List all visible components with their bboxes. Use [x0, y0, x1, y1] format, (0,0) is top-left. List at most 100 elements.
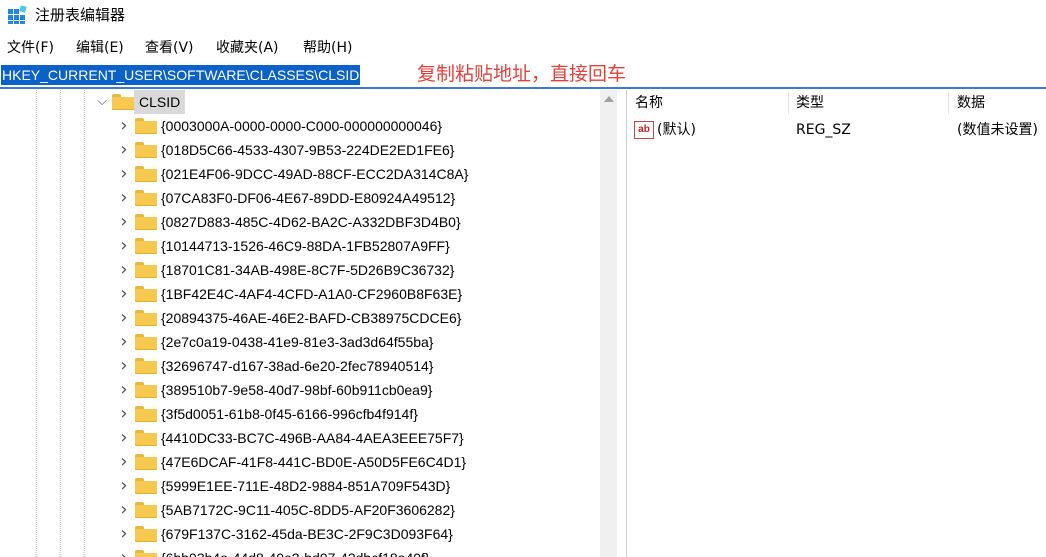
- tree-scrollbar[interactable]: [600, 90, 617, 557]
- tree-node[interactable]: › {6bb93b4e-44d8-40e2-bd97-42dbcf18a40f}: [0, 546, 600, 557]
- folder-icon: [135, 190, 157, 206]
- tree-node-label: {1BF42E4C-4AF4-4CFD-A1A0-CF2960B8F63E}: [161, 286, 463, 302]
- scroll-up-arrow-icon[interactable]: [604, 96, 614, 102]
- folder-icon: [135, 142, 157, 158]
- folder-icon: [135, 550, 157, 557]
- tree-node[interactable]: › {018D5C66-4533-4307-9B53-224DE2ED1FE6}: [0, 138, 600, 162]
- tree-node-label: {3f5d0051-61b8-0f45-6166-996cfb4f914f}: [161, 406, 418, 422]
- tree-node[interactable]: › {679F137C-3162-45da-BE3C-2F9C3D093F64}: [0, 522, 600, 546]
- tree-node[interactable]: › {07CA83F0-DF06-4E67-89DD-E80924A49512}: [0, 186, 600, 210]
- values-list[interactable]: 名称 类型 数据 ab (默认) REG_SZ (数值未设置): [627, 90, 1046, 557]
- chevron-right-icon[interactable]: ›: [117, 165, 131, 183]
- tree-node[interactable]: › {021E4F06-9DCC-49AD-88CF-ECC2DA314C8A}: [0, 162, 600, 186]
- chevron-right-icon[interactable]: ›: [117, 189, 131, 207]
- value-data: (数值未设置): [957, 122, 1038, 138]
- tree-node[interactable]: › {1BF42E4C-4AF4-4CFD-A1A0-CF2960B8F63E}: [0, 282, 600, 306]
- chevron-right-icon[interactable]: ›: [117, 333, 131, 351]
- tree-node-label: {10144713-1526-46C9-88DA-1FB52807A9FF}: [161, 238, 450, 254]
- chevron-right-icon[interactable]: ›: [117, 117, 131, 135]
- tree-node-clsid[interactable]: ⌵ CLSID: [0, 90, 600, 114]
- tree-node[interactable]: › {47E6DCAF-41F8-441C-BD0E-A50D5FE6C4D1}: [0, 450, 600, 474]
- tree-node[interactable]: › {3f5d0051-61b8-0f45-6166-996cfb4f914f}: [0, 402, 600, 426]
- chevron-right-icon[interactable]: ›: [117, 429, 131, 447]
- chevron-right-icon[interactable]: ›: [117, 405, 131, 423]
- chevron-right-icon[interactable]: ›: [117, 453, 131, 471]
- tree-node[interactable]: › {5AB7172C-9C11-405C-8DD5-AF20F3606282}: [0, 498, 600, 522]
- tree-node[interactable]: › {20894375-46AE-46E2-BAFD-CB38975CDCE6}: [0, 306, 600, 330]
- window-title: 注册表编辑器: [35, 6, 126, 24]
- tree-node-label: {389510b7-9e58-40d7-98bf-60b911cb0ea9}: [161, 382, 433, 398]
- folder-icon: [135, 214, 157, 230]
- value-row[interactable]: ab (默认) REG_SZ (数值未设置): [627, 119, 1046, 141]
- tree-node-label: CLSID: [134, 90, 186, 114]
- folder-icon: [135, 166, 157, 182]
- value-type: REG_SZ: [796, 122, 851, 138]
- chevron-right-icon[interactable]: ›: [117, 381, 131, 399]
- address-annotation: 复制粘贴地址，直接回车: [417, 63, 627, 85]
- tree-node[interactable]: › {4410DC33-BC7C-496B-AA84-4AEA3EEE75F7}: [0, 426, 600, 450]
- menu-view[interactable]: 查看(V): [145, 36, 194, 60]
- value-name: (默认): [657, 122, 696, 138]
- tree-node[interactable]: › {5999E1EE-711E-48D2-9884-851A709F543D}: [0, 474, 600, 498]
- folder-icon: [135, 430, 157, 446]
- tree-node[interactable]: › {10144713-1526-46C9-88DA-1FB52807A9FF}: [0, 234, 600, 258]
- chevron-right-icon[interactable]: ›: [117, 501, 131, 519]
- address-path[interactable]: HKEY_CURRENT_USER\SOFTWARE\CLASSES\CLSID: [1, 65, 361, 85]
- tree-node-label: {5AB7172C-9C11-405C-8DD5-AF20F3606282}: [161, 502, 455, 518]
- column-header-data[interactable]: 数据: [957, 90, 985, 117]
- tree-node-label: {018D5C66-4533-4307-9B53-224DE2ED1FE6}: [161, 142, 455, 158]
- tree-node-label: {18701C81-34AB-498E-8C7F-5D26B9C36732}: [161, 262, 455, 278]
- menu-file[interactable]: 文件(F): [7, 36, 54, 60]
- folder-icon: [112, 94, 134, 110]
- tree-node-label: {47E6DCAF-41F8-441C-BD0E-A50D5FE6C4D1}: [161, 454, 467, 470]
- menu-edit[interactable]: 编辑(E): [76, 36, 124, 60]
- column-separator[interactable]: [788, 92, 789, 114]
- chevron-right-icon[interactable]: ›: [117, 309, 131, 327]
- menu-bar: 文件(F) 编辑(E) 查看(V) 收藏夹(A) 帮助(H): [0, 36, 1046, 60]
- folder-icon: [135, 286, 157, 302]
- menu-help[interactable]: 帮助(H): [303, 36, 352, 60]
- column-header-name[interactable]: 名称: [635, 90, 663, 117]
- tree-node-label: {679F137C-3162-45da-BE3C-2F9C3D093F64}: [161, 526, 453, 542]
- tree-node-label: {2e7c0a19-0438-41e9-81e3-3ad3d64f55ba}: [161, 334, 434, 350]
- tree-node[interactable]: › {2e7c0a19-0438-41e9-81e3-3ad3d64f55ba}: [0, 330, 600, 354]
- tree-node[interactable]: › {0003000A-0000-0000-C000-000000000046}: [0, 114, 600, 138]
- chevron-right-icon[interactable]: ›: [117, 213, 131, 231]
- chevron-right-icon[interactable]: ›: [117, 237, 131, 255]
- folder-icon: [135, 238, 157, 254]
- tree-node-label: {6bb93b4e-44d8-40e2-bd97-42dbcf18a40f}: [161, 546, 430, 557]
- tree-node-label: {021E4F06-9DCC-49AD-88CF-ECC2DA314C8A}: [161, 166, 469, 182]
- chevron-right-icon[interactable]: ›: [117, 525, 131, 543]
- string-value-icon: ab: [634, 121, 654, 139]
- tree-node-label: {20894375-46AE-46E2-BAFD-CB38975CDCE6}: [161, 310, 462, 326]
- address-bar[interactable]: HKEY_CURRENT_USER\SOFTWARE\CLASSES\CLSID…: [0, 62, 1046, 89]
- title-bar: 注册表编辑器: [0, 0, 1046, 32]
- column-separator[interactable]: [948, 92, 949, 114]
- tree-node[interactable]: › {389510b7-9e58-40d7-98bf-60b911cb0ea9}: [0, 378, 600, 402]
- folder-icon: [135, 310, 157, 326]
- folder-icon: [135, 334, 157, 350]
- column-header-type[interactable]: 类型: [796, 90, 824, 117]
- menu-favorites[interactable]: 收藏夹(A): [216, 36, 279, 60]
- folder-icon: [135, 118, 157, 134]
- tree-node-label: {5999E1EE-711E-48D2-9884-851A709F543D}: [161, 478, 451, 494]
- chevron-right-icon[interactable]: ›: [117, 141, 131, 159]
- regedit-icon: [8, 5, 27, 24]
- chevron-right-icon[interactable]: ›: [117, 285, 131, 303]
- chevron-down-icon[interactable]: ⌵: [95, 93, 109, 111]
- chevron-right-icon[interactable]: ›: [117, 477, 131, 495]
- folder-icon: [135, 478, 157, 494]
- tree-node[interactable]: › {32696747-d167-38ad-6e20-2fec78940514}: [0, 354, 600, 378]
- folder-icon: [135, 526, 157, 542]
- chevron-right-icon[interactable]: ›: [117, 549, 131, 557]
- tree-node-label: {07CA83F0-DF06-4E67-89DD-E80924A49512}: [161, 190, 456, 206]
- key-tree[interactable]: ⌵ CLSID › {0003000A-0000-0000-C000-000000…: [0, 90, 617, 557]
- tree-node[interactable]: › {0827D883-485C-4D62-BA2C-A332DBF3D4B0}: [0, 210, 600, 234]
- chevron-right-icon[interactable]: ›: [117, 357, 131, 375]
- chevron-right-icon[interactable]: ›: [117, 261, 131, 279]
- folder-icon: [135, 262, 157, 278]
- tree-node-label: {32696747-d167-38ad-6e20-2fec78940514}: [161, 358, 434, 374]
- folder-icon: [135, 406, 157, 422]
- tree-node-label: {0827D883-485C-4D62-BA2C-A332DBF3D4B0}: [161, 214, 461, 230]
- tree-node[interactable]: › {18701C81-34AB-498E-8C7F-5D26B9C36732}: [0, 258, 600, 282]
